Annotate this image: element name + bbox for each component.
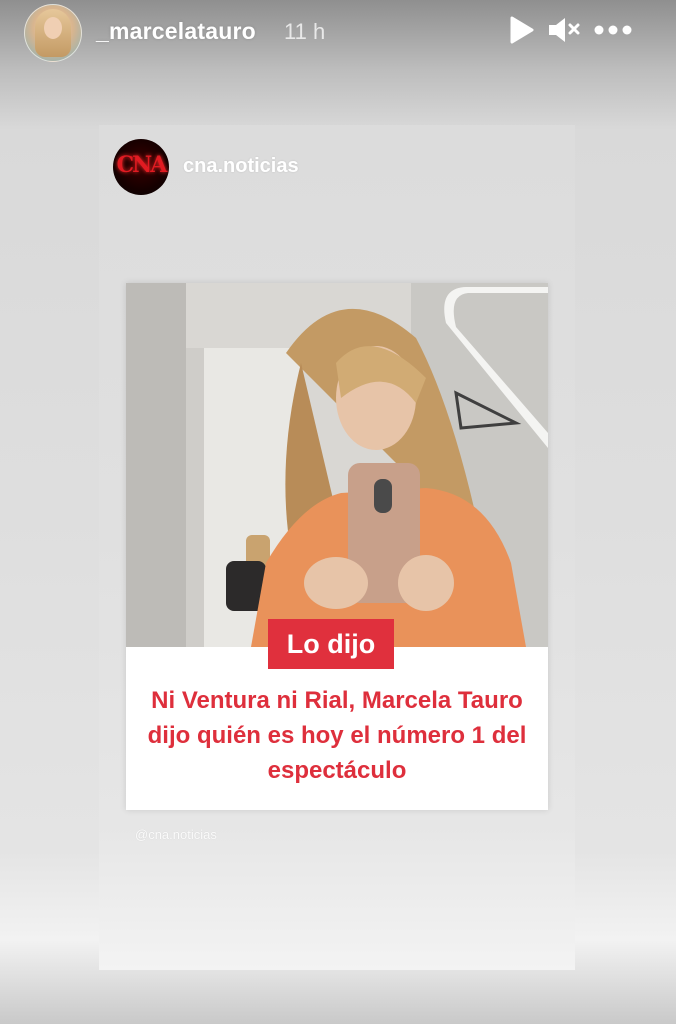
- news-headline: Ni Ventura ni Rial, Marcela Tauro dijo q…: [147, 687, 527, 784]
- story-avatar[interactable]: [24, 4, 82, 62]
- news-badge: Lo dijo: [268, 619, 394, 669]
- cna-logo-avatar[interactable]: CNA: [113, 139, 169, 195]
- cna-watermark: @cna.noticias: [135, 827, 217, 842]
- shared-post-header[interactable]: CNA cna.noticias: [113, 139, 413, 195]
- avatar-face: [44, 17, 62, 39]
- story-timestamp: 11 h: [284, 19, 326, 44]
- more-horizontal-icon[interactable]: [592, 14, 634, 46]
- shared-post[interactable]: CNA cna.noticias Lo dijo Ni Ventura ni R…: [99, 125, 575, 970]
- cna-logo-text: CNA: [116, 152, 168, 178]
- shared-post-account[interactable]: cna.noticias: [183, 155, 299, 178]
- story-username[interactable]: _marcelatauro: [96, 18, 256, 45]
- news-photo: [126, 283, 548, 647]
- story-header: _marcelatauro 11 h: [0, 0, 676, 66]
- play-icon[interactable]: [506, 14, 536, 46]
- speaker-muted-icon[interactable]: [546, 14, 582, 46]
- news-card[interactable]: Lo dijo Ni Ventura ni Rial, Marcela Taur…: [126, 283, 548, 810]
